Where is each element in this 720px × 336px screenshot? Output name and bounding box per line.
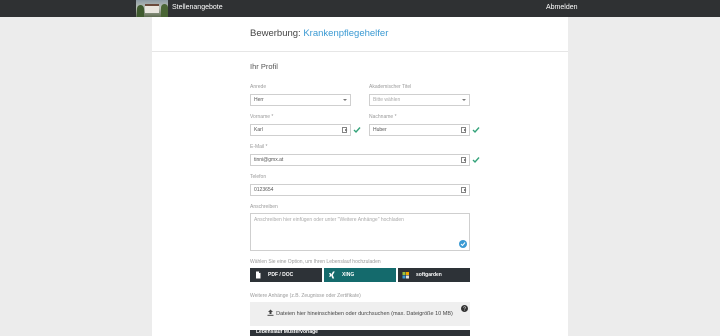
cv-softgarden-label: softgarden — [416, 272, 442, 278]
salutation-value: Herr — [254, 97, 264, 103]
cv-xing-button[interactable]: XING — [324, 268, 396, 282]
email-value: tinni@gmx.at — [254, 157, 284, 163]
last-name-label: Nachname * — [369, 114, 397, 120]
upload-icon — [267, 309, 274, 316]
valid-check-icon — [472, 127, 480, 134]
check-circle-icon — [459, 240, 467, 248]
autofill-icon[interactable] — [342, 127, 348, 133]
cv-pdf-doc-label: PDF / DOC — [268, 272, 294, 278]
valid-check-icon — [472, 157, 480, 164]
page-title: Bewerbung: Krankenpflegehelfer — [250, 28, 388, 40]
email-input[interactable]: tinni@gmx.at — [250, 154, 470, 166]
cover-letter-placeholder: Anschreiben hier einfügen oder unter "We… — [254, 217, 404, 223]
last-name-value: Huber — [373, 127, 387, 133]
header-divider — [152, 51, 568, 52]
page-title-prefix: Bewerbung: — [250, 28, 301, 39]
chevron-down-icon — [343, 99, 347, 101]
logo-house-shape — [145, 4, 159, 13]
page-title-job: Krankenpflegehelfer — [303, 28, 389, 39]
last-name-input[interactable]: Huber — [369, 124, 470, 136]
logo-tree-shape — [137, 5, 144, 17]
xing-icon — [329, 271, 335, 279]
email-label: E-Mail * — [250, 144, 268, 150]
cover-letter-label: Anschreiben — [250, 204, 278, 210]
autofill-icon[interactable] — [461, 157, 467, 163]
logo-tree-shape-right — [161, 4, 168, 17]
salutation-select[interactable]: Herr — [250, 94, 351, 106]
dropzone-text: Dateien hier hineinschieben oder durchsu… — [276, 311, 453, 317]
softgarden-icon — [402, 272, 409, 279]
logout-link[interactable]: Abmelden — [546, 3, 578, 13]
document-icon — [256, 271, 261, 279]
academic-title-placeholder: Bitte wählen — [373, 97, 401, 103]
valid-check-icon — [353, 127, 361, 134]
phone-value: 0123654 — [254, 187, 274, 193]
cv-pdf-doc-button[interactable]: PDF / DOC — [250, 268, 322, 282]
company-logo-image[interactable] — [136, 0, 168, 17]
autofill-icon[interactable] — [461, 127, 467, 133]
svg-text:?: ? — [463, 306, 466, 312]
first-name-label: Vorname * — [250, 114, 274, 120]
autofill-icon[interactable] — [461, 187, 467, 193]
cv-upload-prompt: Wählen Sie eine Option, um Ihren Lebensl… — [250, 259, 381, 265]
help-icon[interactable]: ? — [461, 305, 468, 312]
profile-section-title: Ihr Profil — [250, 62, 278, 71]
academic-title-select[interactable]: Bitte wählen — [369, 94, 470, 106]
salutation-label: Anrede — [250, 84, 267, 90]
cv-xing-label: XING — [342, 272, 355, 278]
attachments-dropzone[interactable]: Dateien hier hineinschieben oder durchsu… — [250, 302, 470, 326]
academic-title-label: Akademischer Titel — [369, 84, 412, 90]
phone-input[interactable]: 0123654 — [250, 184, 470, 196]
cv-template-bar[interactable]: Lebenslauf Mustervorlage — [250, 330, 470, 336]
cv-softgarden-button[interactable]: softgarden — [398, 268, 470, 282]
first-name-value: Karl — [254, 127, 263, 133]
top-navigation-bar: Stellenangebote Abmelden — [0, 0, 720, 17]
phone-label: Telefon — [250, 174, 267, 180]
first-name-input[interactable]: Karl — [250, 124, 351, 136]
chevron-down-icon — [462, 99, 466, 101]
application-card: Bewerbung: Krankenpflegehelfer Ihr Profi… — [152, 17, 568, 336]
attachments-label: Weitere Anhänge (z.B. Zeugnisse oder Zer… — [250, 293, 361, 299]
nav-job-offers-link[interactable]: Stellenangebote — [172, 3, 223, 13]
cv-template-label: Lebenslauf Mustervorlage — [256, 330, 318, 335]
cover-letter-textarea[interactable]: Anschreiben hier einfügen oder unter "We… — [250, 213, 470, 251]
